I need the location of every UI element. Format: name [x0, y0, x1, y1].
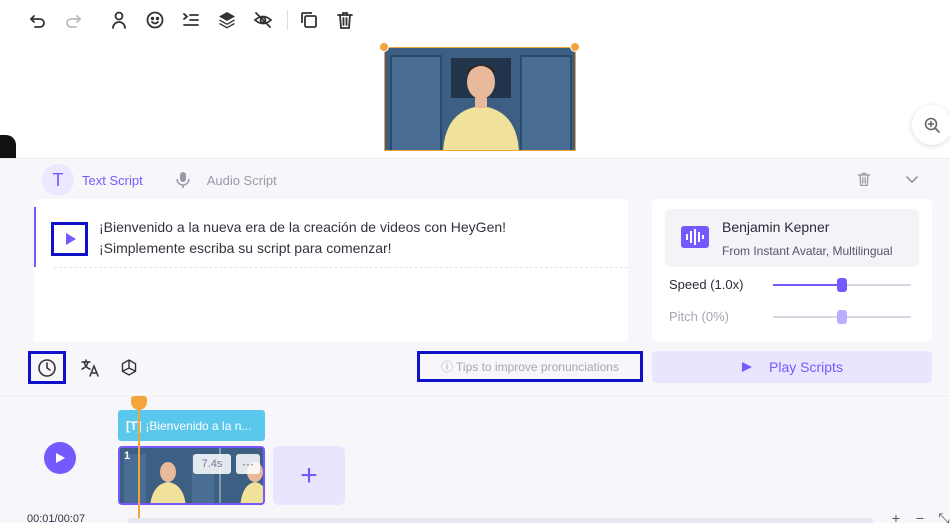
clip-duration: 7.4s: [193, 454, 231, 474]
video-preview[interactable]: [384, 47, 576, 151]
script-panel: T Text Script Audio Script ¡Bienvenido a…: [0, 158, 950, 394]
clip-more-button[interactable]: ···: [236, 454, 260, 474]
script-line-1: ¡Bienvenido a la nueva era de la creació…: [99, 219, 507, 235]
avatar-preview-image: [385, 48, 575, 150]
voice-selector[interactable]: Benjamin Kepner From Instant Avatar, Mul…: [665, 209, 919, 267]
top-toolbar: [0, 0, 950, 40]
voice-name: Benjamin Kepner: [722, 219, 830, 235]
toolbar-divider: [287, 10, 288, 30]
hide-icon[interactable]: [252, 9, 274, 31]
play-icon: [742, 362, 753, 372]
playhead-line: [138, 404, 140, 523]
microphone-icon: [167, 164, 199, 196]
play-scripts-label: Play Scripts: [769, 359, 843, 375]
timeline-play-button[interactable]: [44, 442, 76, 474]
redo-icon[interactable]: [62, 9, 84, 31]
time-readout: 00:01/00:07: [27, 513, 86, 523]
play-icon: [56, 453, 65, 463]
text-clip-label: ¡Bienvenido a la n...: [145, 418, 252, 433]
timeline-zoom-in-button[interactable]: +: [888, 510, 904, 523]
voice-waveform-icon: [681, 223, 709, 251]
openai-icon: [121, 359, 137, 376]
zoom-in-icon: [924, 117, 940, 133]
playhead-handle[interactable]: [131, 396, 147, 410]
clock-icon: [38, 358, 56, 377]
translate-button[interactable]: [79, 357, 101, 379]
voice-card: Benjamin Kepner From Instant Avatar, Mul…: [652, 199, 932, 342]
resize-handle-tr[interactable]: [570, 42, 580, 52]
layers-icon[interactable]: [216, 9, 238, 31]
editor-divider: [54, 267, 628, 268]
info-icon: ⓘ: [441, 360, 454, 374]
fit-timeline-icon[interactable]: ⤡: [936, 510, 950, 523]
play-scripts-button[interactable]: Play Scripts: [652, 351, 932, 383]
delete-script-icon[interactable]: [856, 171, 872, 192]
tips-label: Tips to improve pronunciations: [456, 359, 619, 374]
script-text[interactable]: ¡Bienvenido a la nueva era de la creació…: [99, 217, 506, 259]
video-editor: ‹ T Text Script Audio Script: [0, 0, 950, 523]
zoom-button[interactable]: [912, 105, 950, 145]
clip-number: 1: [124, 450, 131, 462]
speed-slider-fill: [773, 284, 842, 286]
undo-icon[interactable]: [27, 9, 49, 31]
script-tools: ⓘ Tips to improve pronunciations: [28, 351, 643, 385]
ai-button[interactable]: [118, 357, 140, 379]
script-line-2: ¡Simplemente escriba su script para come…: [99, 240, 392, 256]
canvas-area: [0, 40, 950, 158]
script-editor[interactable]: ¡Bienvenido a la nueva era de la creació…: [34, 199, 628, 342]
speed-slider[interactable]: [773, 278, 911, 292]
tab-label: Audio Script: [206, 172, 277, 188]
timeline: [T] ¡Bienvenido a la n... 1 7.4s ··· + 0…: [0, 395, 950, 523]
video-clip[interactable]: 1 7.4s ···: [118, 446, 265, 505]
timeline-zoom-out-button[interactable]: −: [912, 510, 928, 523]
script-tabs: T Text Script Audio Script: [42, 164, 301, 196]
tab-audio-script[interactable]: Audio Script: [167, 164, 277, 196]
face-icon[interactable]: [144, 9, 166, 31]
text-icon: T: [42, 164, 74, 196]
text-clip[interactable]: [T] ¡Bienvenido a la n...: [118, 410, 265, 441]
pitch-slider-knob[interactable]: [837, 310, 847, 324]
timeline-scrollbar[interactable]: [128, 518, 873, 523]
chevron-down-icon[interactable]: [904, 171, 920, 192]
pitch-slider[interactable]: [773, 310, 911, 324]
trash-icon[interactable]: [334, 9, 356, 31]
tab-label: Text Script: [82, 172, 143, 188]
active-line-indicator: [34, 207, 36, 267]
translate-icon: [81, 359, 99, 377]
speed-label: Speed (1.0x): [669, 277, 744, 292]
tips-link[interactable]: ⓘ Tips to improve pronunciations: [417, 351, 643, 382]
pause-button[interactable]: [28, 351, 66, 384]
resize-handle-tl[interactable]: [379, 42, 389, 52]
list-icon[interactable]: [180, 9, 202, 31]
play-line-button[interactable]: [51, 222, 88, 256]
duplicate-icon[interactable]: [298, 9, 320, 31]
tab-text-script[interactable]: T Text Script: [42, 164, 143, 196]
play-icon: [65, 233, 76, 245]
voice-source: From Instant Avatar, Multilingual: [722, 244, 893, 258]
add-clip-button[interactable]: +: [273, 446, 345, 505]
speed-slider-knob[interactable]: [837, 278, 847, 292]
pitch-label: Pitch (0%): [669, 309, 729, 324]
avatar-icon[interactable]: [108, 9, 130, 31]
